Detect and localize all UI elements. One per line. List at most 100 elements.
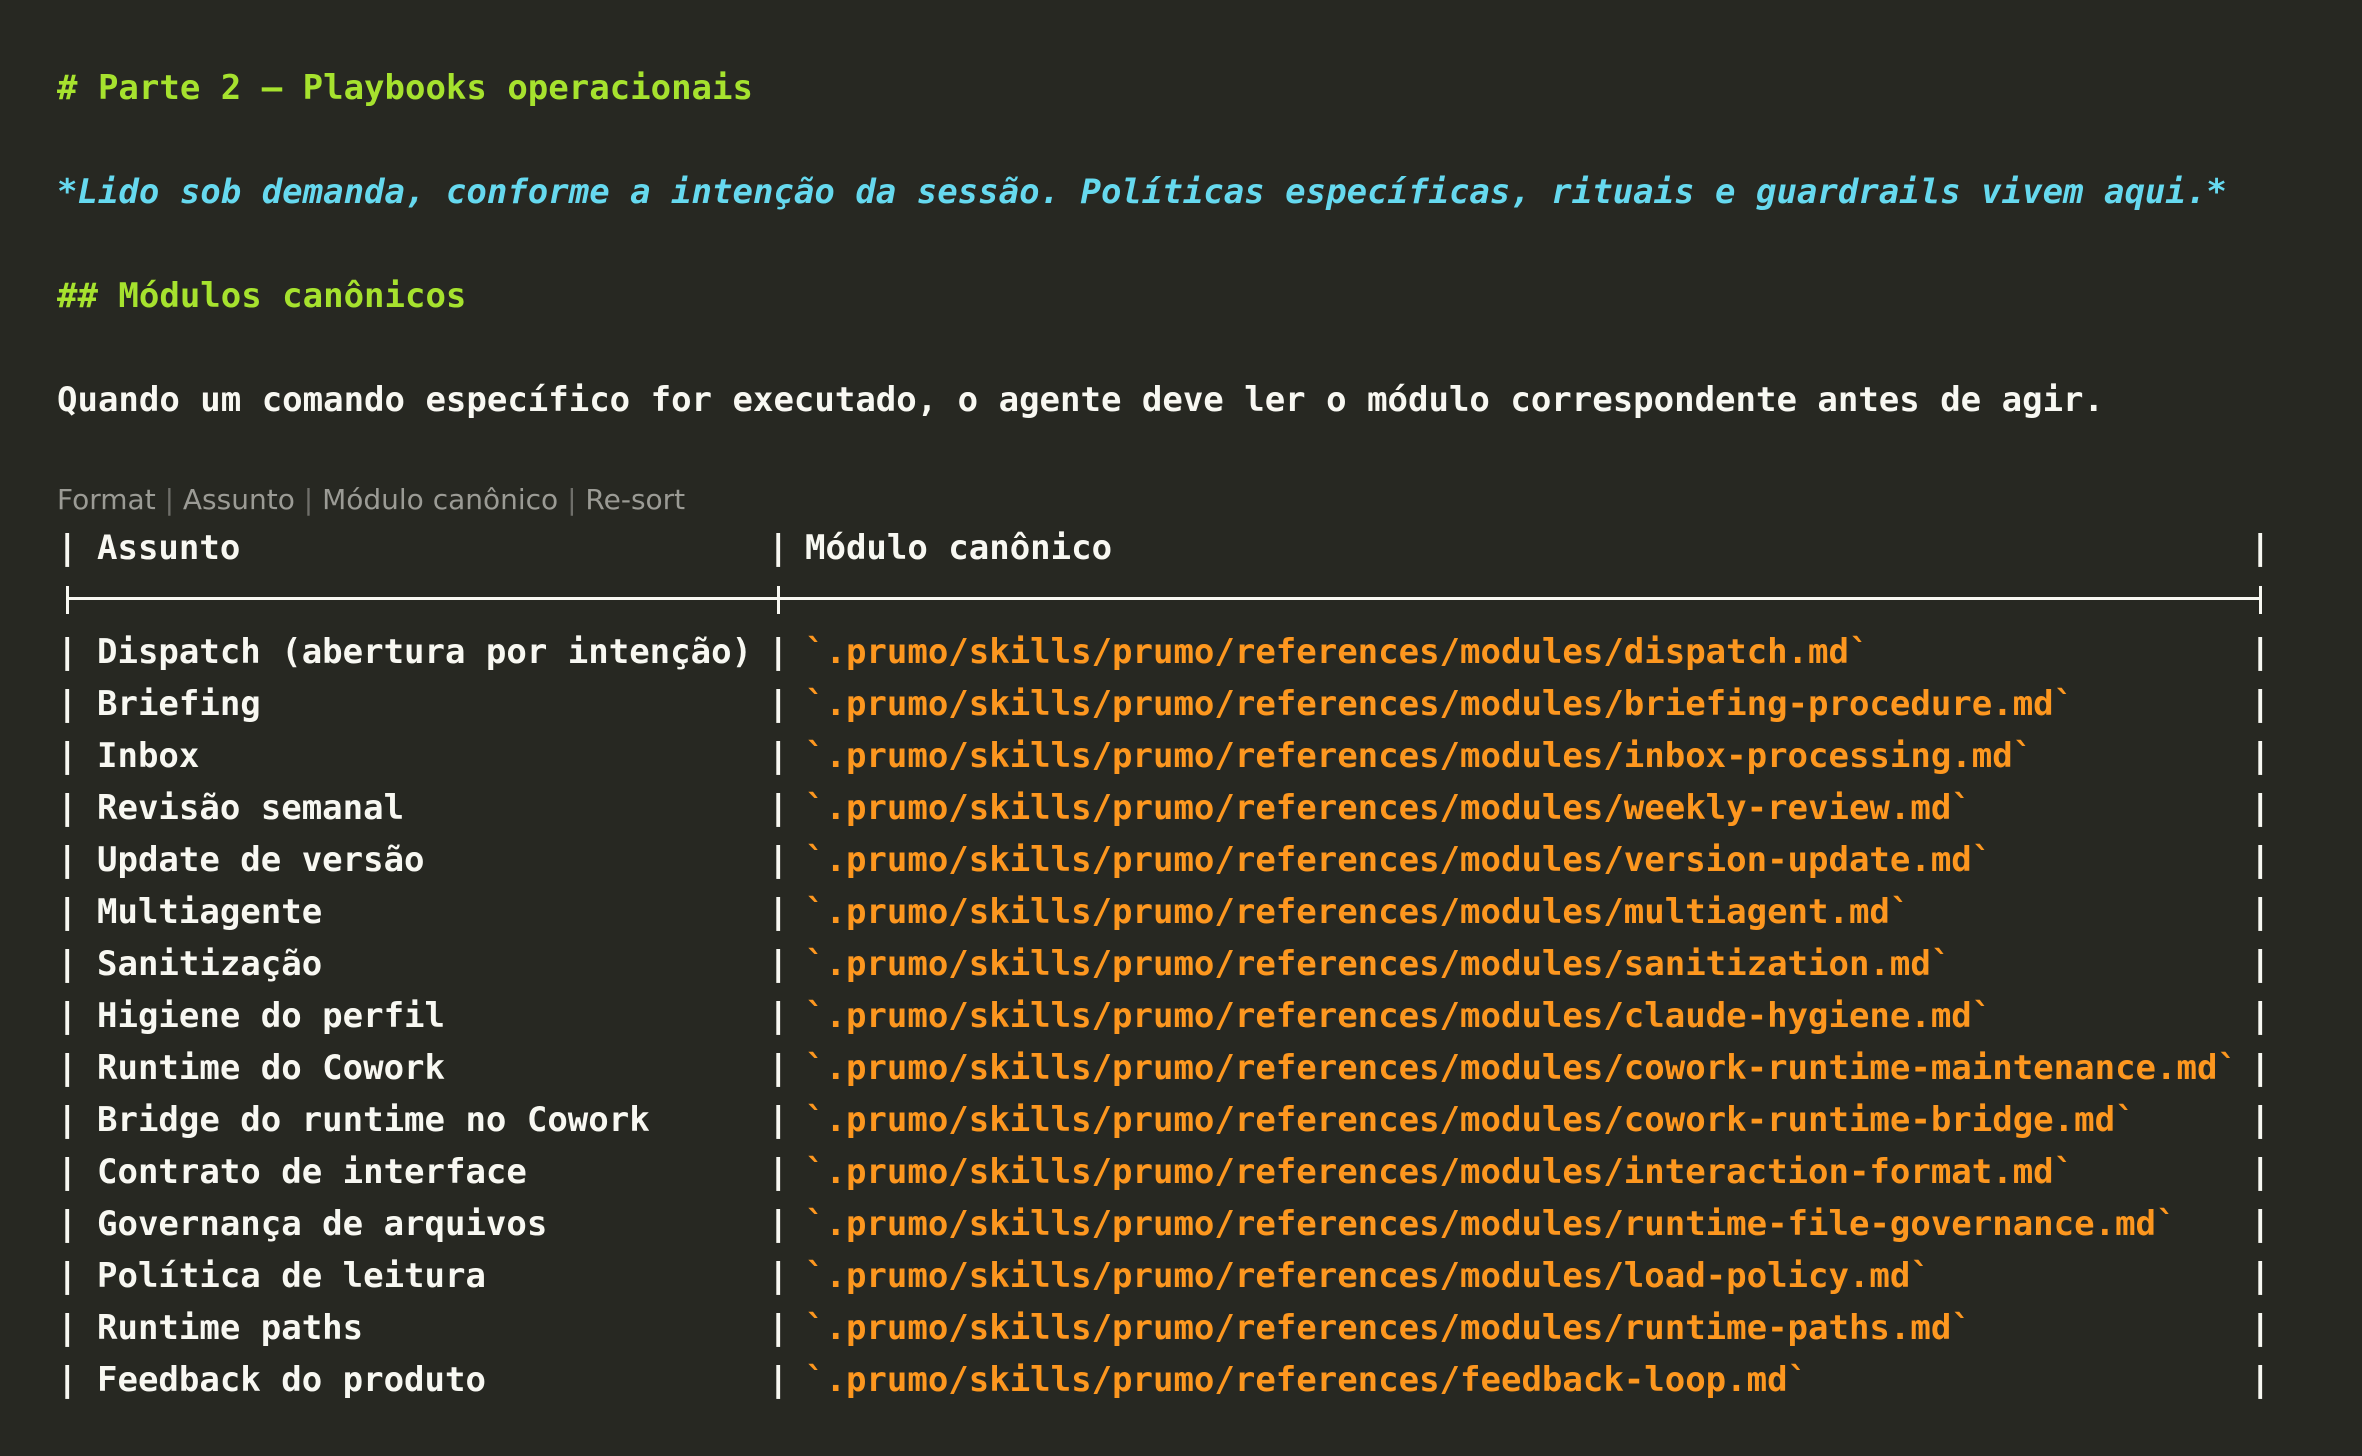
- row-module-path: `.prumo/skills/prumo/references/modules/…: [805, 788, 1972, 828]
- table-row: | Revisão semanal | `.prumo/skills/prumo/re…: [57, 782, 2270, 834]
- row-module-path: `.prumo/skills/prumo/references/modules/…: [805, 1152, 2075, 1192]
- table-row: | Multiagente | `.prumo/skills/prumo/refere…: [57, 886, 2270, 938]
- format-table-link[interactable]: Format: [57, 483, 156, 516]
- table-border: |: [768, 528, 789, 568]
- table-border: |: [2250, 944, 2271, 984]
- table-border: |: [57, 736, 78, 776]
- table-border: |: [768, 1048, 789, 1088]
- row-subject: Bridge do runtime no Cowork: [97, 1100, 650, 1140]
- table-border: |: [57, 840, 78, 880]
- header-modulo-canonico: Módulo canônico: [805, 528, 1113, 568]
- table-border: |: [2250, 788, 2271, 828]
- table-border: |: [57, 892, 78, 932]
- row-module-path: `.prumo/skills/prumo/references/feedback…: [805, 1360, 1809, 1400]
- row-module-path: `.prumo/skills/prumo/references/modules/…: [805, 632, 1870, 672]
- row-subject: Update de versão: [97, 840, 425, 880]
- table-body: | Dispatch (abertura por intenção) | `.prum…: [57, 626, 2270, 1406]
- table-row: | Briefing | `.prumo/skills/prumo/reference…: [57, 678, 2270, 730]
- table-row: | Política de leitura | `.prumo/skills/prum…: [57, 1250, 2270, 1302]
- table-border: |: [768, 632, 789, 672]
- sort-by-assunto-link[interactable]: Assunto: [183, 483, 295, 516]
- table-border: |: [768, 736, 789, 776]
- table-border: |: [768, 788, 789, 828]
- separator-line: [66, 597, 2259, 600]
- table-border: |: [768, 996, 789, 1036]
- row-subject: Política de leitura: [97, 1256, 486, 1296]
- toolbar-separator: |: [558, 483, 586, 516]
- table-border: |: [2250, 684, 2271, 724]
- row-subject: Revisão semanal: [97, 788, 405, 828]
- row-subject: Sanitização: [97, 944, 323, 984]
- toolbar-separator: |: [155, 483, 183, 516]
- table-border: |: [57, 1256, 78, 1296]
- table-border: |: [57, 1048, 78, 1088]
- row-module-path: `.prumo/skills/prumo/references/modules/…: [805, 1204, 2177, 1244]
- row-module-path: `.prumo/skills/prumo/references/modules/…: [805, 736, 2034, 776]
- table-border: |: [57, 528, 78, 568]
- table-border: |: [768, 1308, 789, 1348]
- table-border: |: [2250, 528, 2271, 568]
- intro-paragraph: Quando um comando específico for executa…: [57, 380, 2104, 420]
- row-subject: Contrato de interface: [97, 1152, 527, 1192]
- modules-table: | Assunto | Módulo canônico | | Dispatch …: [57, 522, 2270, 1406]
- separator-tick: [777, 586, 780, 614]
- header-assunto: Assunto: [97, 528, 241, 568]
- sort-by-modulo-link[interactable]: Módulo canônico: [322, 483, 558, 516]
- table-border: |: [2250, 1048, 2271, 1088]
- table-border: |: [57, 1360, 78, 1400]
- table-border: |: [2250, 1152, 2271, 1192]
- table-border: |: [57, 684, 78, 724]
- table-border: |: [2250, 1360, 2271, 1400]
- table-border: |: [57, 1204, 78, 1244]
- table-row: | Contrato de interface | `.prumo/skills/pr…: [57, 1146, 2270, 1198]
- table-border: |: [2250, 892, 2271, 932]
- table-border: |: [768, 1152, 789, 1192]
- row-module-path: `.prumo/skills/prumo/references/modules/…: [805, 1048, 2238, 1088]
- table-row: | Runtime do Cowork | `.prumo/skills/prumo/…: [57, 1042, 2270, 1094]
- table-row: | Dispatch (abertura por intenção) | `.prum…: [57, 626, 2270, 678]
- table-row: | Runtime paths | `.prumo/skills/prumo/refe…: [57, 1302, 2270, 1354]
- italic-note: *Lido sob demanda, conforme a intenção d…: [57, 172, 2227, 212]
- table-border: |: [768, 892, 789, 932]
- resort-link[interactable]: Re-sort: [585, 483, 685, 516]
- table-border: |: [768, 1100, 789, 1140]
- table-border: |: [2250, 1256, 2271, 1296]
- table-border: |: [57, 1100, 78, 1140]
- table-border: |: [2250, 1100, 2271, 1140]
- row-subject: Runtime do Cowork: [97, 1048, 445, 1088]
- table-border: |: [2250, 996, 2271, 1036]
- row-subject: Briefing: [97, 684, 261, 724]
- row-subject: Inbox: [97, 736, 200, 776]
- table-border: |: [2250, 840, 2271, 880]
- row-subject: Runtime paths: [97, 1308, 364, 1348]
- heading-level-1: # Parte 2 — Playbooks operacionais: [57, 68, 753, 108]
- table-border: |: [2250, 736, 2271, 776]
- table-row: | Update de versão | `.prumo/skills/prumo/r…: [57, 834, 2270, 886]
- row-module-path: `.prumo/skills/prumo/references/modules/…: [805, 944, 1952, 984]
- row-module-path: `.prumo/skills/prumo/references/modules/…: [805, 1308, 1972, 1348]
- separator-tick: [66, 586, 69, 614]
- table-row: | Governança de arquivos | `.prumo/skills/p…: [57, 1198, 2270, 1250]
- toolbar-separator: |: [294, 483, 323, 516]
- table-border: |: [2250, 632, 2271, 672]
- row-module-path: `.prumo/skills/prumo/references/modules/…: [805, 840, 1993, 880]
- table-border: |: [57, 632, 78, 672]
- row-module-path: `.prumo/skills/prumo/references/modules/…: [805, 892, 1911, 932]
- heading-level-2: ## Módulos canônicos: [57, 276, 467, 316]
- row-module-path: `.prumo/skills/prumo/references/modules/…: [805, 1100, 2136, 1140]
- table-row: | Feedback do produto | `.prumo/skills/prum…: [57, 1354, 2270, 1406]
- row-subject: Higiene do perfil: [97, 996, 445, 1036]
- table-border: |: [57, 1308, 78, 1348]
- table-border: |: [768, 1360, 789, 1400]
- separator-tick: [2259, 586, 2262, 614]
- table-toolbar: Format | Assunto | Módulo canônico | Re-…: [57, 482, 685, 518]
- markdown-editor[interactable]: # Parte 2 — Playbooks operacionais *Lido…: [57, 0, 2347, 1456]
- table-row: | Higiene do perfil | `.prumo/skills/prumo/…: [57, 990, 2270, 1042]
- table-row: | Bridge do runtime no Cowork | `.prumo/ski…: [57, 1094, 2270, 1146]
- row-subject: Multiagente: [97, 892, 323, 932]
- table-border: |: [768, 1204, 789, 1244]
- table-border: |: [768, 840, 789, 880]
- table-border: |: [57, 996, 78, 1036]
- table-border: |: [768, 684, 789, 724]
- table-border: |: [57, 944, 78, 984]
